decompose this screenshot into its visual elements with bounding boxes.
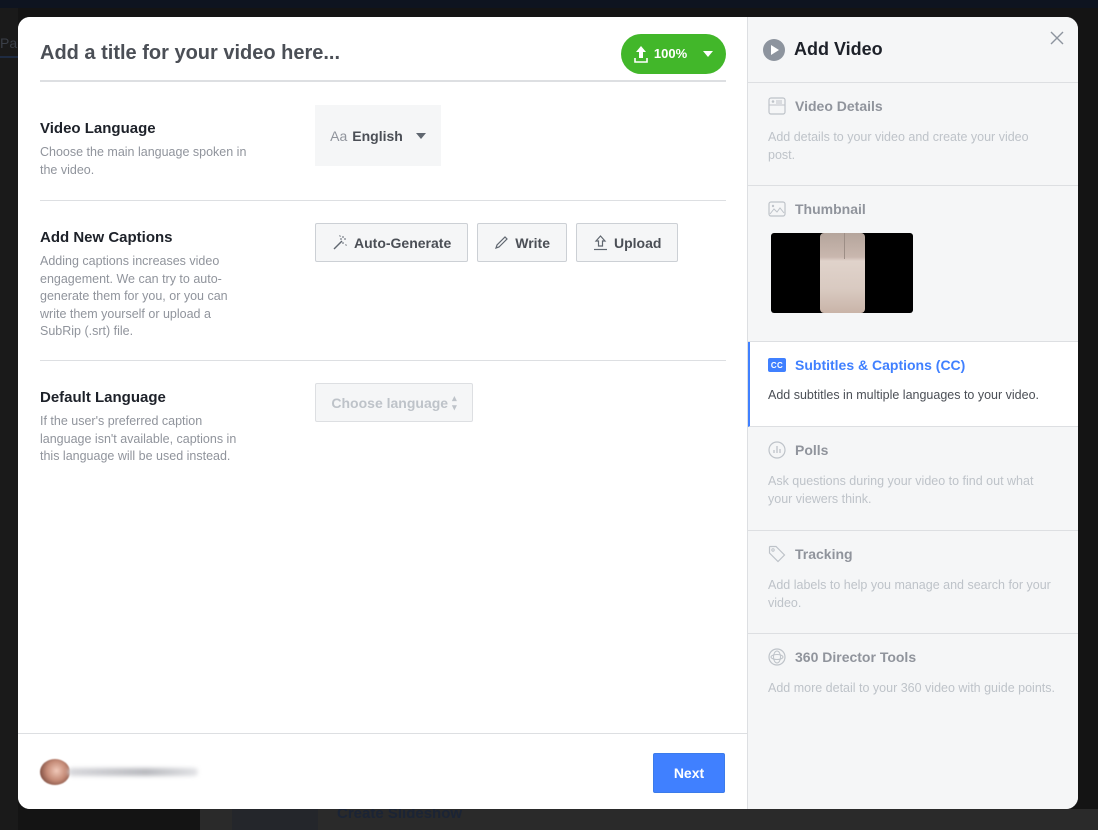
background-topbar (0, 0, 1098, 8)
video-title-input[interactable]: Add a title for your video here... (40, 42, 340, 65)
video-language-title: Video Language (40, 120, 156, 137)
sidebar-header: Add Video (748, 17, 1078, 83)
background-tab: Pa (0, 28, 18, 58)
cc-icon: CC (768, 358, 786, 372)
tag-icon (768, 545, 786, 563)
video-thumbnail[interactable] (771, 233, 913, 313)
step-description: Add details to your video and create you… (768, 130, 1029, 162)
next-button[interactable]: Next (653, 753, 725, 793)
default-language-select[interactable]: Choose language ▴ ▾ (315, 383, 473, 422)
upload-arrow-icon (634, 45, 648, 63)
step-title: 360 Director Tools (795, 649, 917, 665)
background-page-left: Pa (0, 8, 18, 830)
sidebar-step-tracking[interactable]: Tracking Add labels to help you manage a… (748, 531, 1078, 634)
background-page-bottom: Create Slideshow (200, 805, 1098, 830)
chevron-down-icon (703, 50, 714, 57)
sort-arrows-icon: ▴ ▾ (452, 392, 457, 412)
sidebar-step-polls[interactable]: Polls Ask questions during your video to… (748, 427, 1078, 531)
default-language-title: Default Language (40, 389, 166, 406)
main-pane: Add a title for your video here... 100% … (18, 17, 748, 809)
modal-footer: Next (18, 733, 747, 809)
video-language-select[interactable]: Aa English (315, 105, 441, 166)
sidebar-step-360-director[interactable]: 360 Director Tools Add more detail to yo… (748, 634, 1078, 734)
360-icon (768, 648, 786, 666)
main-header: Add a title for your video here... 100% (40, 29, 726, 82)
sidebar-step-video-details[interactable]: Video Details Add details to your video … (748, 83, 1078, 186)
image-icon (768, 201, 786, 217)
upload-progress-button[interactable]: 100% (621, 33, 726, 74)
step-title: Polls (795, 442, 829, 458)
step-description: Add more detail to your 360 video with g… (768, 681, 1055, 695)
avatar (40, 759, 70, 785)
upload-icon (593, 235, 607, 251)
step-title: Thumbnail (795, 201, 866, 217)
auto-generate-label: Auto-Generate (354, 234, 452, 251)
step-title: Video Details (795, 98, 883, 114)
pencil-icon (495, 236, 509, 249)
upload-button[interactable]: Upload (575, 223, 679, 262)
font-icon: Aa (330, 127, 348, 144)
default-language-description: If the user's preferred caption language… (40, 414, 237, 463)
add-captions-description: Adding captions increases video engageme… (40, 254, 228, 338)
video-language-description: Choose the main language spoken in the v… (40, 145, 247, 177)
sidebar-step-thumbnail[interactable]: Thumbnail (748, 186, 1078, 342)
step-title: Subtitles & Captions (CC) (795, 357, 966, 373)
sidebar-step-subtitles[interactable]: CC Subtitles & Captions (CC) Add subtitl… (748, 342, 1078, 427)
video-details-icon (768, 97, 786, 115)
user-name-blurred (68, 768, 198, 776)
poll-icon (768, 441, 786, 459)
step-description: Ask questions during your video to find … (768, 474, 1034, 506)
chevron-down-icon (415, 132, 426, 139)
steps-sidebar: Add Video Video Details Add details to y… (748, 17, 1078, 809)
auto-generate-button[interactable]: Auto-Generate (315, 223, 469, 262)
write-label: Write (515, 234, 550, 251)
add-captions-title: Add New Captions (40, 229, 173, 246)
upload-progress-label: 100% (653, 46, 688, 61)
magic-wand-icon (333, 234, 347, 249)
close-icon[interactable] (1048, 29, 1066, 47)
thumbnail-frame (820, 233, 865, 313)
divider (40, 200, 726, 201)
default-language-placeholder: Choose language (331, 394, 449, 411)
step-title: Tracking (795, 546, 853, 562)
step-description: Add labels to help you manage and search… (768, 578, 1051, 610)
upload-label: Upload (613, 234, 662, 251)
step-description: Add subtitles in multiple languages to y… (768, 388, 1039, 402)
background-thumbnail (232, 809, 318, 830)
sidebar-title: Add Video (794, 39, 883, 59)
video-language-value: English (352, 127, 403, 144)
divider (40, 360, 726, 361)
play-icon (763, 38, 785, 61)
write-button[interactable]: Write (477, 223, 567, 262)
add-video-modal: Add a title for your video here... 100% … (18, 17, 1078, 809)
